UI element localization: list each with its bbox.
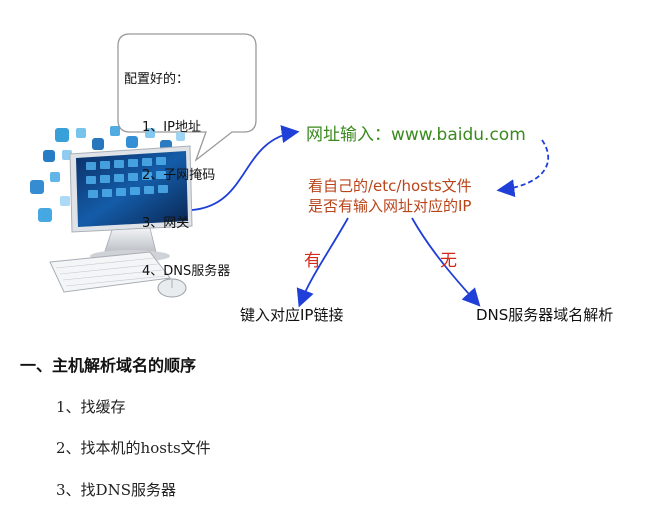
hosts-check-line-2: 是否有输入网址对应的IP [308,197,472,215]
hosts-check-label: 看自己的/etc/hosts文件 是否有输入网址对应的IP [308,176,472,216]
bubble-item-gateway: 3、网关 [142,216,190,231]
bubble-item-dns: 4、DNS服务器 [142,264,231,279]
step-3: 3、找DNS服务器 [56,481,176,499]
no-result-label: DNS服务器域名解析 [476,306,614,324]
step-1: 1、找缓存 [56,398,126,416]
bubble-item-ip: 1、IP地址 [142,120,201,135]
section-heading: 一、主机解析域名的顺序 [20,356,197,375]
branch-no-label: 无 [440,251,457,271]
bubble-item-netmask: 2、子网掩码 [142,168,216,183]
dns-resolution-diagram [30,33,550,308]
bubble-text: 配置好的： 1、IP地址 2、子网掩码 3、网关 4、DNS服务器 [124,40,230,296]
yes-result-label: 键入对应IP链接 [240,306,344,324]
branch-yes-label: 有 [304,251,321,271]
step-2: 2、找本机的hosts文件 [56,439,211,457]
bubble-title: 配置好的： [124,72,190,87]
url-input-label: 网址输入：www.baidu.com [306,125,526,145]
hosts-check-line-1: 看自己的/etc/hosts文件 [308,177,472,195]
arrow-input-to-check [496,139,550,198]
